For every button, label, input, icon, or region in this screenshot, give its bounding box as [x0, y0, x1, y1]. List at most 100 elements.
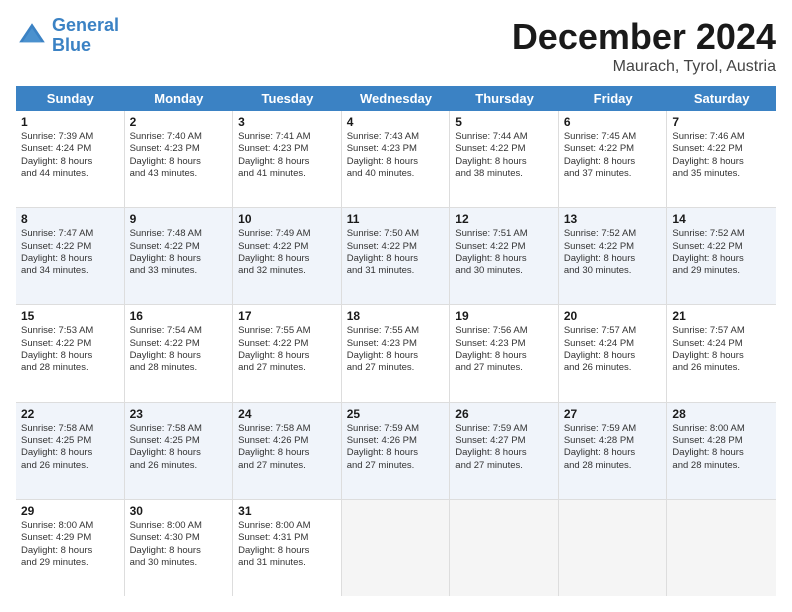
calendar: SundayMondayTuesdayWednesdayThursdayFrid…	[16, 86, 776, 596]
logo-text: General Blue	[52, 16, 119, 56]
calendar-cell: 28Sunrise: 8:00 AMSunset: 4:28 PMDayligh…	[667, 403, 776, 499]
sunrise-text: Sunrise: 7:44 AM	[455, 131, 553, 143]
calendar-cell-empty	[450, 500, 559, 596]
daylight-text: Daylight: 8 hours	[130, 350, 228, 362]
calendar-cell-empty	[342, 500, 451, 596]
day-number: 3	[238, 115, 336, 129]
day-number: 5	[455, 115, 553, 129]
sunrise-text: Sunrise: 7:55 AM	[238, 325, 336, 337]
daylight-text: Daylight: 8 hours	[455, 253, 553, 265]
day-number: 21	[672, 309, 771, 323]
sunset-text: Sunset: 4:22 PM	[672, 143, 771, 155]
sunset-text: Sunset: 4:24 PM	[564, 338, 662, 350]
minutes-text: and 28 minutes.	[564, 460, 662, 472]
daylight-text: Daylight: 8 hours	[21, 350, 119, 362]
day-number: 15	[21, 309, 119, 323]
daylight-text: Daylight: 8 hours	[238, 350, 336, 362]
daylight-text: Daylight: 8 hours	[672, 447, 771, 459]
calendar-cell: 5Sunrise: 7:44 AMSunset: 4:22 PMDaylight…	[450, 111, 559, 207]
daylight-text: Daylight: 8 hours	[21, 253, 119, 265]
minutes-text: and 41 minutes.	[238, 168, 336, 180]
calendar-cell-empty	[667, 500, 776, 596]
day-number: 23	[130, 407, 228, 421]
sunset-text: Sunset: 4:24 PM	[672, 338, 771, 350]
minutes-text: and 44 minutes.	[21, 168, 119, 180]
calendar-cell: 18Sunrise: 7:55 AMSunset: 4:23 PMDayligh…	[342, 305, 451, 401]
sunset-text: Sunset: 4:22 PM	[130, 338, 228, 350]
calendar-cell: 12Sunrise: 7:51 AMSunset: 4:22 PMDayligh…	[450, 208, 559, 304]
sunset-text: Sunset: 4:24 PM	[21, 143, 119, 155]
sunrise-text: Sunrise: 7:55 AM	[347, 325, 445, 337]
sunset-text: Sunset: 4:25 PM	[21, 435, 119, 447]
minutes-text: and 29 minutes.	[21, 557, 119, 569]
sunrise-text: Sunrise: 8:00 AM	[21, 520, 119, 532]
minutes-text: and 26 minutes.	[21, 460, 119, 472]
daylight-text: Daylight: 8 hours	[238, 156, 336, 168]
day-number: 25	[347, 407, 445, 421]
day-number: 2	[130, 115, 228, 129]
sunset-text: Sunset: 4:22 PM	[564, 241, 662, 253]
main-title: December 2024	[512, 16, 776, 58]
sunrise-text: Sunrise: 7:52 AM	[564, 228, 662, 240]
sunset-text: Sunset: 4:22 PM	[238, 241, 336, 253]
minutes-text: and 28 minutes.	[21, 362, 119, 374]
day-number: 4	[347, 115, 445, 129]
calendar-cell: 3Sunrise: 7:41 AMSunset: 4:23 PMDaylight…	[233, 111, 342, 207]
sunrise-text: Sunrise: 7:48 AM	[130, 228, 228, 240]
sunset-text: Sunset: 4:22 PM	[21, 241, 119, 253]
calendar-cell: 2Sunrise: 7:40 AMSunset: 4:23 PMDaylight…	[125, 111, 234, 207]
calendar-row: 22Sunrise: 7:58 AMSunset: 4:25 PMDayligh…	[16, 403, 776, 500]
calendar-header-cell: Monday	[125, 86, 234, 111]
sunrise-text: Sunrise: 7:41 AM	[238, 131, 336, 143]
calendar-cell: 23Sunrise: 7:58 AMSunset: 4:25 PMDayligh…	[125, 403, 234, 499]
calendar-cell: 13Sunrise: 7:52 AMSunset: 4:22 PMDayligh…	[559, 208, 668, 304]
sunrise-text: Sunrise: 7:52 AM	[672, 228, 771, 240]
minutes-text: and 30 minutes.	[564, 265, 662, 277]
daylight-text: Daylight: 8 hours	[130, 156, 228, 168]
daylight-text: Daylight: 8 hours	[564, 447, 662, 459]
sunset-text: Sunset: 4:28 PM	[564, 435, 662, 447]
sunset-text: Sunset: 4:29 PM	[21, 532, 119, 544]
daylight-text: Daylight: 8 hours	[347, 156, 445, 168]
sunrise-text: Sunrise: 7:43 AM	[347, 131, 445, 143]
minutes-text: and 27 minutes.	[347, 362, 445, 374]
logo: General Blue	[16, 16, 119, 56]
sunset-text: Sunset: 4:23 PM	[347, 338, 445, 350]
sunrise-text: Sunrise: 7:58 AM	[21, 423, 119, 435]
day-number: 14	[672, 212, 771, 226]
calendar-row: 1Sunrise: 7:39 AMSunset: 4:24 PMDaylight…	[16, 111, 776, 208]
sunrise-text: Sunrise: 8:00 AM	[238, 520, 336, 532]
calendar-header-cell: Friday	[559, 86, 668, 111]
sunrise-text: Sunrise: 7:56 AM	[455, 325, 553, 337]
calendar-cell: 31Sunrise: 8:00 AMSunset: 4:31 PMDayligh…	[233, 500, 342, 596]
calendar-cell: 16Sunrise: 7:54 AMSunset: 4:22 PMDayligh…	[125, 305, 234, 401]
calendar-cell: 17Sunrise: 7:55 AMSunset: 4:22 PMDayligh…	[233, 305, 342, 401]
daylight-text: Daylight: 8 hours	[347, 253, 445, 265]
sunrise-text: Sunrise: 7:40 AM	[130, 131, 228, 143]
minutes-text: and 40 minutes.	[347, 168, 445, 180]
sunrise-text: Sunrise: 8:00 AM	[130, 520, 228, 532]
daylight-text: Daylight: 8 hours	[238, 447, 336, 459]
sunrise-text: Sunrise: 7:57 AM	[672, 325, 771, 337]
minutes-text: and 27 minutes.	[347, 460, 445, 472]
sunset-text: Sunset: 4:25 PM	[130, 435, 228, 447]
day-number: 13	[564, 212, 662, 226]
sunset-text: Sunset: 4:22 PM	[672, 241, 771, 253]
daylight-text: Daylight: 8 hours	[21, 447, 119, 459]
daylight-text: Daylight: 8 hours	[672, 350, 771, 362]
sunset-text: Sunset: 4:23 PM	[455, 338, 553, 350]
sunset-text: Sunset: 4:22 PM	[564, 143, 662, 155]
sunrise-text: Sunrise: 7:59 AM	[455, 423, 553, 435]
daylight-text: Daylight: 8 hours	[347, 350, 445, 362]
minutes-text: and 29 minutes.	[672, 265, 771, 277]
sunrise-text: Sunrise: 7:46 AM	[672, 131, 771, 143]
calendar-cell: 15Sunrise: 7:53 AMSunset: 4:22 PMDayligh…	[16, 305, 125, 401]
calendar-header-cell: Saturday	[667, 86, 776, 111]
calendar-row: 15Sunrise: 7:53 AMSunset: 4:22 PMDayligh…	[16, 305, 776, 402]
day-number: 9	[130, 212, 228, 226]
page: General Blue December 2024 Maurach, Tyro…	[0, 0, 792, 612]
calendar-cell: 14Sunrise: 7:52 AMSunset: 4:22 PMDayligh…	[667, 208, 776, 304]
sunset-text: Sunset: 4:28 PM	[672, 435, 771, 447]
sunset-text: Sunset: 4:22 PM	[238, 338, 336, 350]
minutes-text: and 26 minutes.	[564, 362, 662, 374]
